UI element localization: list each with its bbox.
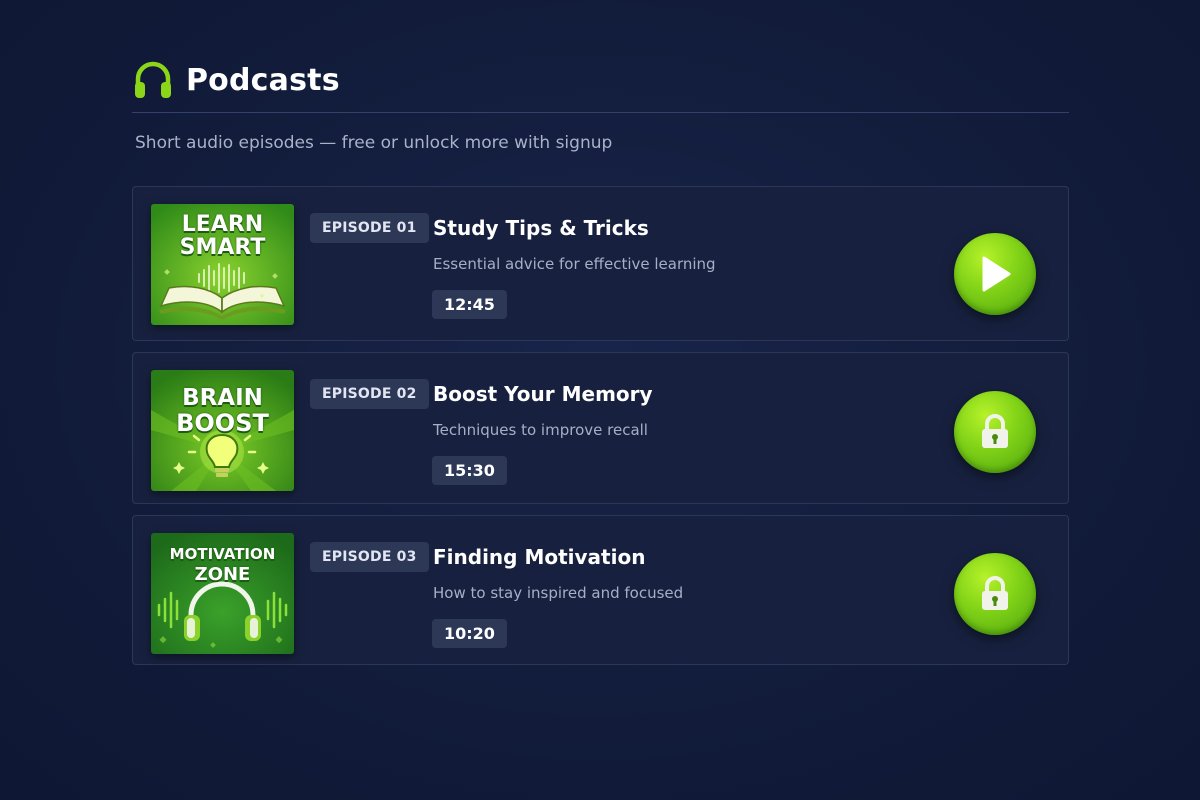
episode-thumbnail-learn-smart: LEARN SMART (151, 204, 294, 325)
thumbnail-title-line1: BRAIN (182, 385, 263, 411)
page-subtitle: Short audio episodes — free or unlock mo… (135, 133, 613, 153)
episode-badge: EPISODE 01 (310, 213, 429, 243)
episode-duration: 15:30 (432, 456, 507, 485)
episode-description: Techniques to improve recall (433, 421, 648, 439)
episode-duration: 10:20 (432, 619, 507, 648)
episode-list: LEARN SMART EPISODE 01 Study Tips & Tric… (132, 186, 1069, 665)
episode-thumbnail-motivation-zone: MOTIVATION ZONE (151, 533, 294, 654)
episode-badge: EPISODE 02 (310, 379, 429, 409)
page-title: Podcasts (186, 62, 340, 98)
lock-icon (982, 414, 1008, 448)
episode-card-02[interactable]: BRAIN BOOST EPISODE 02 Boost Your Memory… (132, 352, 1069, 504)
unlock-button[interactable] (954, 391, 1036, 473)
episode-duration: 12:45 (432, 290, 507, 319)
episode-badge: EPISODE 03 (310, 542, 429, 572)
headphones-icon (135, 61, 171, 98)
episode-description: How to stay inspired and focused (433, 584, 684, 602)
episode-card-01[interactable]: LEARN SMART EPISODE 01 Study Tips & Tric… (132, 186, 1069, 341)
play-button[interactable] (954, 233, 1036, 315)
thumbnail-title-line2: SMART (179, 235, 266, 260)
episode-title[interactable]: Boost Your Memory (433, 382, 653, 406)
episode-title[interactable]: Study Tips & Tricks (433, 216, 649, 240)
thumbnail-title-line2: ZONE (194, 564, 251, 585)
lock-icon (982, 576, 1008, 610)
podcasts-panel: Podcasts Short audio episodes — free or … (132, 58, 1069, 665)
episode-title[interactable]: Finding Motivation (433, 545, 645, 569)
header-divider (132, 112, 1069, 113)
episode-card-03[interactable]: MOTIVATION ZONE EPISODE 03 Finding Motiv… (132, 515, 1069, 665)
unlock-button[interactable] (954, 553, 1036, 635)
thumbnail-title-line1: LEARN (181, 212, 264, 237)
thumbnail-title-line1: MOTIVATION (169, 545, 276, 563)
page-header: Podcasts (132, 58, 1069, 102)
episode-thumbnail-brain-boost: BRAIN BOOST (151, 370, 294, 491)
play-icon (982, 256, 1011, 292)
thumbnail-title-line2: BOOST (176, 409, 269, 437)
episode-description: Essential advice for effective learning (433, 255, 716, 273)
